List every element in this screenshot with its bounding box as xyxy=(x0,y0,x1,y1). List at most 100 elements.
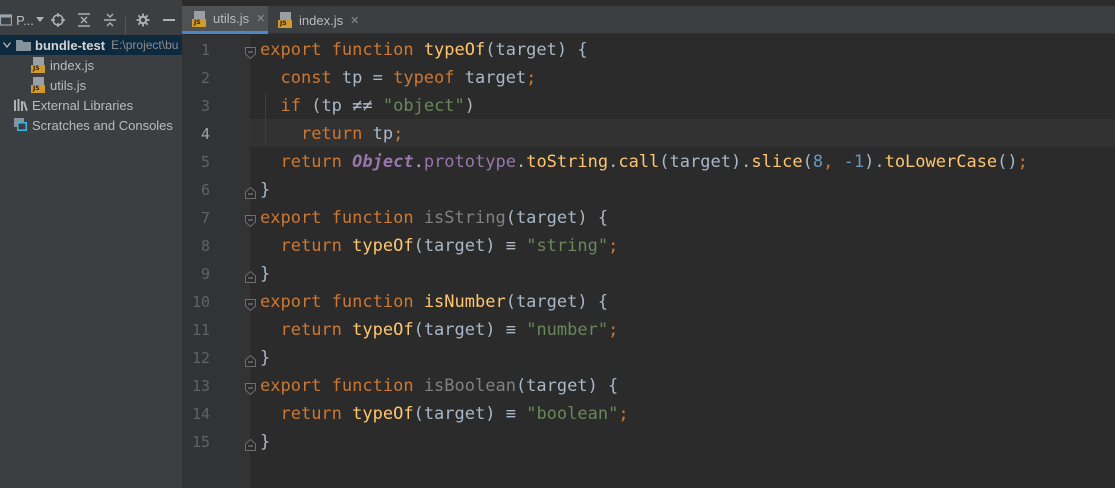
collapse-all-button[interactable] xyxy=(101,6,119,34)
code-token: } xyxy=(260,348,271,368)
project-view-label: P... xyxy=(16,12,34,28)
code-token: ≡ xyxy=(505,236,516,256)
line-number-gutter[interactable]: 1 2 3 4 5 6 7 8 9 10 11 12 13 14 15 xyxy=(182,35,250,488)
tree-item-utils-js[interactable]: JS utils.js xyxy=(0,75,182,95)
code-editor[interactable]: 1 2 3 4 5 6 7 8 9 10 11 12 13 14 15 export function ty… xyxy=(182,35,1115,488)
code-token: ) xyxy=(464,96,476,116)
fold-close-icon[interactable] xyxy=(245,436,256,451)
expand-all-button[interactable] xyxy=(75,6,93,34)
code-token: "boolean" xyxy=(526,404,619,424)
tree-item-scratches[interactable]: Scratches and Consoles xyxy=(0,115,182,135)
code-line[interactable]: return typeOf(target) ≡ "boolean"; xyxy=(260,400,628,428)
code-token: typeof xyxy=(393,68,455,88)
line-number: 12 xyxy=(191,349,210,367)
fold-open-icon[interactable] xyxy=(245,296,256,312)
code-line[interactable]: export function isBoolean(target) { xyxy=(260,372,618,400)
code-line[interactable]: return Object.prototype.toString.call(ta… xyxy=(260,148,1027,176)
code-token: (target). xyxy=(659,152,752,172)
project-view-selector[interactable]: P... xyxy=(0,6,44,34)
code-line[interactable]: } xyxy=(260,176,270,204)
tree-item-label: External Libraries xyxy=(32,97,134,113)
line-number: 9 xyxy=(200,265,210,283)
code-token: toLowerCase xyxy=(884,152,998,172)
code-token: (target) { xyxy=(485,40,588,60)
line-number: 4 xyxy=(200,125,210,143)
code-line[interactable]: } xyxy=(260,260,270,288)
code-line[interactable]: export function typeOf(target) { xyxy=(260,36,588,64)
gear-icon xyxy=(136,13,150,27)
code-token: isBoolean xyxy=(423,376,516,396)
hide-panel-button[interactable] xyxy=(160,6,178,34)
tree-item-index-js[interactable]: JS index.js xyxy=(0,55,182,75)
code-token: } xyxy=(260,180,271,200)
line-number: 11 xyxy=(191,321,210,339)
code-token: . xyxy=(608,152,619,172)
toolbar-divider xyxy=(125,17,126,35)
code-token: function xyxy=(331,208,414,228)
tree-item-external-libraries[interactable]: External Libraries xyxy=(0,95,182,115)
close-icon[interactable]: ✕ xyxy=(256,12,265,25)
line-number: 13 xyxy=(191,377,210,395)
code-token: target xyxy=(454,68,527,88)
code-token: Object xyxy=(352,152,414,172)
code-token: ; xyxy=(608,236,619,256)
tab-index-js[interactable]: JS index.js ✕ xyxy=(268,6,362,34)
collapse-all-icon xyxy=(104,13,116,27)
line-number: 7 xyxy=(200,209,210,227)
code-token: (tp xyxy=(300,96,353,116)
code-token: , xyxy=(823,152,834,172)
code-token: -1 xyxy=(843,152,865,172)
close-icon[interactable]: ✕ xyxy=(350,14,359,27)
code-token: return xyxy=(280,152,342,172)
code-line[interactable]: export function isString(target) { xyxy=(260,204,608,232)
js-file-icon: JS xyxy=(278,12,294,28)
fold-open-icon[interactable] xyxy=(245,380,256,396)
code-token: . xyxy=(413,152,424,172)
js-file-icon: JS xyxy=(31,77,47,93)
chevron-down-icon[interactable] xyxy=(1,42,13,48)
code-line[interactable]: } xyxy=(260,428,270,456)
code-line[interactable]: return tp; xyxy=(260,120,403,148)
fold-open-icon[interactable] xyxy=(245,212,256,228)
tree-root-bundle-test[interactable]: bundle-test E:\project\bu xyxy=(0,35,182,55)
code-token: (target) xyxy=(413,236,506,256)
line-number: 15 xyxy=(191,433,210,451)
tree-item-label: Scratches and Consoles xyxy=(32,117,173,133)
locate-file-button[interactable] xyxy=(49,6,67,34)
code-token: isString xyxy=(423,208,506,228)
js-file-icon: JS xyxy=(192,10,208,27)
scratches-icon xyxy=(13,118,29,132)
fold-close-icon[interactable] xyxy=(245,352,256,367)
settings-button[interactable] xyxy=(134,6,152,34)
code-token: ; xyxy=(526,68,537,88)
code-token: export xyxy=(260,40,322,60)
code-token: if xyxy=(280,96,301,116)
code-line[interactable]: export function isNumber(target) { xyxy=(260,288,608,316)
code-token: ≡ xyxy=(505,404,516,424)
code-line[interactable]: const tp = typeof target; xyxy=(260,64,536,92)
code-token: tp xyxy=(362,124,394,144)
line-number: 10 xyxy=(191,293,210,311)
project-panel: P... bundle-test E:\project\bu JS index.… xyxy=(0,0,182,488)
code-token: function xyxy=(331,292,414,312)
fold-close-icon[interactable] xyxy=(245,268,256,283)
code-token: function xyxy=(331,40,414,60)
project-toolbar: P... xyxy=(0,6,182,35)
line-number: 14 xyxy=(191,405,210,423)
fold-close-icon[interactable] xyxy=(245,184,256,199)
code-token: ; xyxy=(608,320,619,340)
code-line[interactable]: } xyxy=(260,344,270,372)
code-line[interactable]: return typeOf(target) ≡ "number"; xyxy=(260,316,618,344)
tab-utils-js[interactable]: JS utils.js ✕ xyxy=(182,6,268,34)
fold-open-icon[interactable] xyxy=(245,44,256,60)
code-token: typeOf xyxy=(352,404,414,424)
code-line[interactable]: return typeOf(target) ≡ "string"; xyxy=(260,232,618,260)
code-token: "object" xyxy=(382,96,465,116)
code-line[interactable]: if (tp ≠≠ "object") xyxy=(260,92,475,120)
